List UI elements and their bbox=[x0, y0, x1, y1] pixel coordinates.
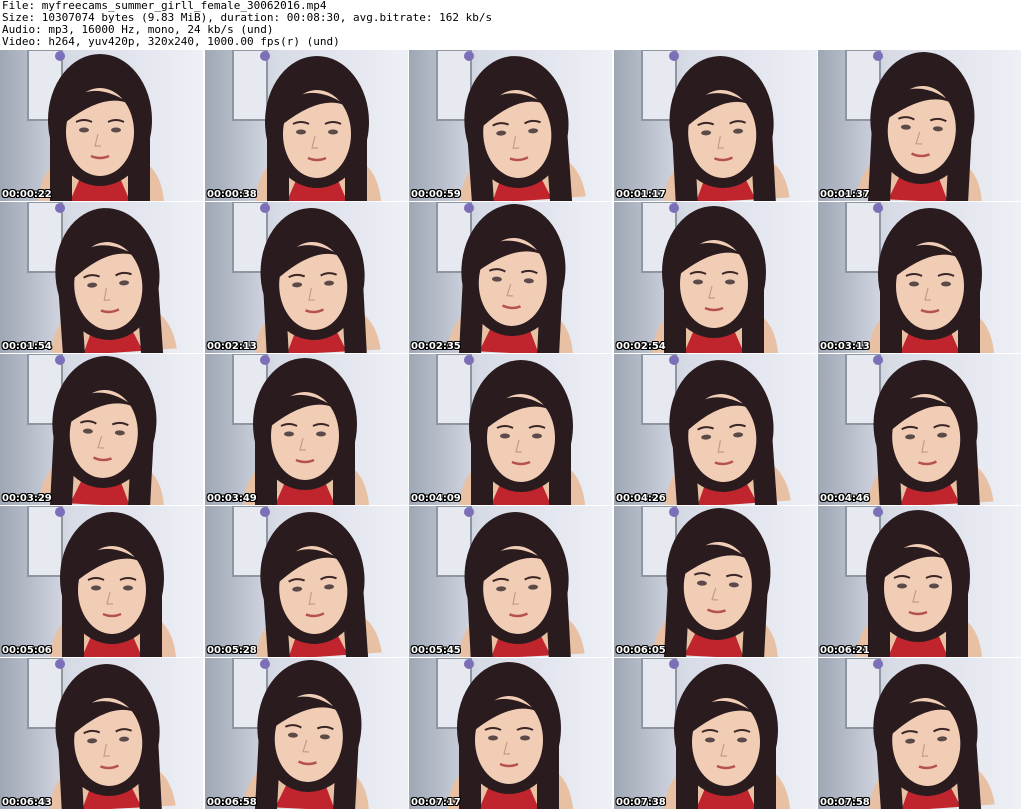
thumbnail-timestamp: 00:05:28 bbox=[207, 645, 257, 656]
video-frame bbox=[0, 50, 203, 201]
video-info-line: Video: h264, yuv420p, 320x240, 1000.00 f… bbox=[2, 35, 340, 48]
thumbnail-timestamp: 00:07:17 bbox=[411, 797, 461, 808]
thumbnail-timestamp: 00:04:46 bbox=[820, 493, 870, 504]
video-frame bbox=[0, 658, 203, 809]
video-frame bbox=[818, 50, 1021, 201]
thumbnail-timestamp: 00:02:35 bbox=[411, 341, 461, 352]
video-frame bbox=[0, 506, 203, 657]
thumbnail-timestamp: 00:05:06 bbox=[2, 645, 52, 656]
thumbnail-timestamp: 00:01:37 bbox=[820, 189, 870, 200]
video-thumbnail: 00:07:58 bbox=[818, 658, 1021, 809]
video-thumbnail: 00:06:21 bbox=[818, 506, 1021, 657]
video-frame bbox=[409, 658, 612, 809]
video-frame bbox=[818, 506, 1021, 657]
video-frame bbox=[205, 50, 408, 201]
video-thumbnail: 00:03:13 bbox=[818, 202, 1021, 353]
video-frame bbox=[818, 354, 1021, 505]
video-frame bbox=[409, 506, 612, 657]
video-frame bbox=[0, 354, 203, 505]
video-frame bbox=[614, 658, 817, 809]
thumbnail-timestamp: 00:01:54 bbox=[2, 341, 52, 352]
thumbnail-timestamp: 00:05:45 bbox=[411, 645, 461, 656]
video-frame bbox=[818, 202, 1021, 353]
thumbnail-timestamp: 00:03:13 bbox=[820, 341, 870, 352]
thumbnail-timestamp: 00:00:59 bbox=[411, 189, 461, 200]
video-thumbnail: 00:06:43 bbox=[0, 658, 203, 809]
video-thumbnail: 00:05:45 bbox=[409, 506, 612, 657]
video-thumbnail: 00:03:29 bbox=[0, 354, 203, 505]
video-frame bbox=[614, 202, 817, 353]
video-frame bbox=[614, 354, 817, 505]
video-thumbnail: 00:02:54 bbox=[614, 202, 817, 353]
video-thumbnail: 00:06:58 bbox=[205, 658, 408, 809]
thumbnail-timestamp: 00:00:38 bbox=[207, 189, 257, 200]
video-thumbnail: 00:00:22 bbox=[0, 50, 203, 201]
thumbnail-timestamp: 00:06:05 bbox=[616, 645, 666, 656]
video-frame bbox=[409, 202, 612, 353]
video-thumbnail: 00:07:38 bbox=[614, 658, 817, 809]
video-thumbnail: 00:00:59 bbox=[409, 50, 612, 201]
thumbnail-timestamp: 00:06:58 bbox=[207, 797, 257, 808]
video-frame bbox=[614, 50, 817, 201]
video-frame bbox=[409, 50, 612, 201]
video-frame bbox=[818, 658, 1021, 809]
video-thumbnail: 00:04:09 bbox=[409, 354, 612, 505]
thumbnail-grid: 00:00:22 00:00:38 00:00:59 00:01:17 00:01:37… bbox=[0, 50, 1024, 811]
video-thumbnail: 00:05:06 bbox=[0, 506, 203, 657]
video-thumbnail: 00:01:37 bbox=[818, 50, 1021, 201]
thumbnail-timestamp: 00:04:09 bbox=[411, 493, 461, 504]
video-frame bbox=[614, 506, 817, 657]
video-frame bbox=[205, 506, 408, 657]
thumbnail-timestamp: 00:00:22 bbox=[2, 189, 52, 200]
video-frame bbox=[0, 202, 203, 353]
thumbnail-timestamp: 00:07:38 bbox=[616, 797, 666, 808]
thumbnail-timestamp: 00:01:17 bbox=[616, 189, 666, 200]
video-thumbnail: 00:06:05 bbox=[614, 506, 817, 657]
video-frame bbox=[205, 202, 408, 353]
thumbnail-timestamp: 00:03:49 bbox=[207, 493, 257, 504]
thumbnail-timestamp: 00:04:26 bbox=[616, 493, 666, 504]
video-thumbnail: 00:00:38 bbox=[205, 50, 408, 201]
thumbnail-timestamp: 00:03:29 bbox=[2, 493, 52, 504]
video-thumbnail: 00:05:28 bbox=[205, 506, 408, 657]
thumbnail-timestamp: 00:07:58 bbox=[820, 797, 870, 808]
thumbnail-timestamp: 00:06:43 bbox=[2, 797, 52, 808]
video-thumbnail: 00:02:13 bbox=[205, 202, 408, 353]
video-frame bbox=[409, 354, 612, 505]
video-frame bbox=[205, 658, 408, 809]
thumbnail-timestamp: 00:02:54 bbox=[616, 341, 666, 352]
video-info-header: File: myfreecams_summer_girll_female_300… bbox=[0, 0, 1024, 50]
video-thumbnail: 00:01:54 bbox=[0, 202, 203, 353]
video-thumbnail: 00:07:17 bbox=[409, 658, 612, 809]
video-thumbnail: 00:03:49 bbox=[205, 354, 408, 505]
video-thumbnail: 00:04:26 bbox=[614, 354, 817, 505]
thumbnail-timestamp: 00:06:21 bbox=[820, 645, 870, 656]
video-thumbnail: 00:01:17 bbox=[614, 50, 817, 201]
thumbnail-timestamp: 00:02:13 bbox=[207, 341, 257, 352]
video-frame bbox=[205, 354, 408, 505]
video-thumbnail: 00:04:46 bbox=[818, 354, 1021, 505]
video-thumbnail: 00:02:35 bbox=[409, 202, 612, 353]
